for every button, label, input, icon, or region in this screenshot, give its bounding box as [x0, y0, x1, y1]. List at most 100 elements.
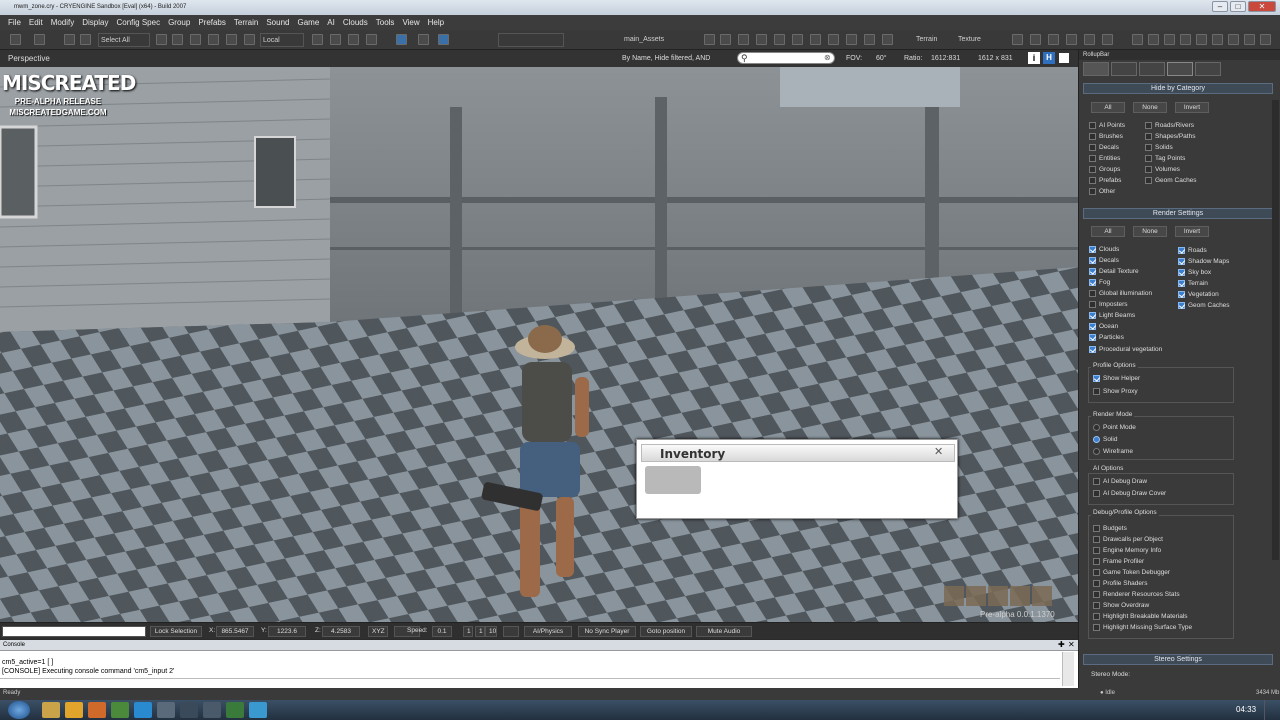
hide-tag-points-checkbox[interactable]: Tag Points: [1145, 154, 1185, 163]
tool-icon-3[interactable]: [738, 34, 749, 45]
menu-ai[interactable]: AI: [327, 18, 335, 27]
drawcalls-checkbox[interactable]: Drawcalls per Object: [1093, 535, 1163, 544]
steam-icon[interactable]: [180, 702, 198, 718]
hide-solids-checkbox[interactable]: Solids: [1145, 143, 1173, 152]
tool-icon-6[interactable]: [792, 34, 803, 45]
hide-brushes-checkbox[interactable]: Brushes: [1089, 132, 1123, 141]
axis-z-icon[interactable]: [348, 34, 359, 45]
tool-icon-8[interactable]: [828, 34, 839, 45]
help-icon[interactable]: H: [1043, 52, 1055, 64]
axis-y-icon[interactable]: [330, 34, 341, 45]
goto-position-button[interactable]: Goto position: [640, 626, 692, 637]
render-global-illumination-checkbox[interactable]: Global illumination: [1089, 289, 1152, 298]
show-desktop-button[interactable]: [1264, 700, 1280, 720]
render-particles-checkbox[interactable]: Particles: [1089, 333, 1124, 342]
hide-invert-button[interactable]: Invert: [1175, 102, 1209, 113]
tool-icon-17[interactable]: [1212, 34, 1223, 45]
render-clouds-checkbox[interactable]: Clouds: [1089, 245, 1119, 254]
search-input[interactable]: [752, 54, 826, 63]
clock[interactable]: 04:33: [1236, 705, 1256, 714]
menu-display[interactable]: Display: [82, 18, 108, 27]
render-ocean-checkbox[interactable]: Ocean: [1089, 322, 1118, 331]
ramp-icon-1[interactable]: [1012, 34, 1023, 45]
layers-tab-icon[interactable]: [1195, 62, 1221, 76]
hide-prefabs-checkbox[interactable]: Prefabs: [1089, 176, 1121, 185]
hide-decals-checkbox[interactable]: Decals: [1089, 143, 1119, 152]
select-icon[interactable]: [156, 34, 167, 45]
scale-icon[interactable]: [208, 34, 219, 45]
render-settings-header[interactable]: Render Settings: [1083, 208, 1273, 219]
x-field[interactable]: 865.5467: [216, 626, 254, 637]
terrain-collision-icon[interactable]: [503, 626, 519, 637]
hide-ai-points-checkbox[interactable]: AI Points: [1089, 121, 1125, 130]
hide-geom-caches-checkbox[interactable]: Geom Caches: [1145, 176, 1197, 185]
terrain-button[interactable]: Terrain: [916, 33, 937, 47]
render-procedural-vegetation-checkbox[interactable]: Procedural vegetation: [1089, 345, 1162, 354]
viewport-label[interactable]: Perspective: [8, 54, 50, 63]
tool-icon-1[interactable]: [704, 34, 715, 45]
console-input[interactable]: [0, 678, 1060, 688]
perspective-viewport[interactable]: MISCREATED PRE-ALPHA RELEASE MISCREATEDG…: [0, 67, 1078, 622]
menu-terrain[interactable]: Terrain: [234, 18, 258, 27]
menu-prefabs[interactable]: Prefabs: [198, 18, 226, 27]
angle-snap-icon[interactable]: [418, 34, 429, 45]
menu-tools[interactable]: Tools: [376, 18, 395, 27]
tool-icon-10[interactable]: [864, 34, 875, 45]
tool-icon-11[interactable]: [882, 34, 893, 45]
menu-file[interactable]: File: [8, 18, 21, 27]
ramp-icon-5[interactable]: [1084, 34, 1095, 45]
maximize-button[interactable]: □: [1230, 1, 1246, 12]
display-tab-icon[interactable]: [1167, 62, 1193, 76]
nvidia-icon[interactable]: [226, 702, 244, 718]
render-light-beams-checkbox[interactable]: Light Beams: [1089, 311, 1135, 320]
speed-10-button[interactable]: 10: [485, 626, 497, 637]
selection-dropdown[interactable]: [498, 33, 564, 47]
menu-help[interactable]: Help: [428, 18, 444, 27]
tool-icon-15[interactable]: [1180, 34, 1191, 45]
render-detail-texture-checkbox[interactable]: Detail Texture: [1089, 267, 1139, 276]
renderer-resources-checkbox[interactable]: Renderer Resources Stats: [1093, 590, 1180, 599]
app-icon-3[interactable]: [203, 702, 221, 718]
tool-icon-5[interactable]: [774, 34, 785, 45]
hide-shapes-checkbox[interactable]: Shapes/Paths: [1145, 132, 1195, 141]
speed-1b-button[interactable]: 1: [475, 626, 485, 637]
tool-icon-13[interactable]: [1148, 34, 1159, 45]
render-none-button[interactable]: None: [1133, 226, 1167, 237]
tool-icon-20[interactable]: [1260, 34, 1271, 45]
menu-view[interactable]: View: [402, 18, 419, 27]
ai-physics-button[interactable]: AI/Physics: [524, 626, 572, 637]
firefox-icon[interactable]: [88, 702, 106, 718]
render-shadow-maps-checkbox[interactable]: Shadow Maps: [1178, 257, 1229, 266]
snap-terrain-icon[interactable]: [226, 34, 237, 45]
menu-modify[interactable]: Modify: [51, 18, 75, 27]
ramp-icon-3[interactable]: [1048, 34, 1059, 45]
hide-all-button[interactable]: All: [1091, 102, 1125, 113]
menu-edit[interactable]: Edit: [29, 18, 43, 27]
point-mode-radio[interactable]: Point Mode: [1093, 423, 1136, 432]
budgets-checkbox[interactable]: Budgets: [1093, 524, 1127, 533]
show-proxy-checkbox[interactable]: Show Proxy: [1093, 387, 1138, 396]
move-icon[interactable]: [172, 34, 183, 45]
render-sky-box-checkbox[interactable]: Sky box: [1178, 268, 1211, 277]
menu-group[interactable]: Group: [168, 18, 190, 27]
highlight-missing-surface-checkbox[interactable]: Highlight Missing Surface Type: [1093, 623, 1192, 632]
ramp-icon-2[interactable]: [1030, 34, 1041, 45]
modeling-tab-icon[interactable]: [1139, 62, 1165, 76]
skype-icon[interactable]: [134, 702, 152, 718]
hide-roads-checkbox[interactable]: Roads/Rivers: [1145, 121, 1194, 130]
maximize-viewport-icon[interactable]: [1058, 52, 1070, 64]
speed-field[interactable]: 0.1: [432, 626, 452, 637]
render-imposters-checkbox[interactable]: Imposters: [1089, 300, 1128, 309]
coord-system-dropdown[interactable]: Local: [260, 33, 304, 47]
tool-icon-16[interactable]: [1196, 34, 1207, 45]
tool-icon-14[interactable]: [1164, 34, 1175, 45]
tool-icon-7[interactable]: [810, 34, 821, 45]
tool-icon-12[interactable]: [1132, 34, 1143, 45]
texture-button[interactable]: Texture: [958, 33, 981, 47]
undo-icon[interactable]: [10, 34, 21, 45]
render-geom-caches-checkbox[interactable]: Geom Caches: [1178, 301, 1230, 310]
info-icon[interactable]: i: [1028, 52, 1040, 64]
render-roads-checkbox[interactable]: Roads: [1178, 246, 1207, 255]
terrain-tab-icon[interactable]: [1111, 62, 1137, 76]
render-all-button[interactable]: All: [1091, 226, 1125, 237]
